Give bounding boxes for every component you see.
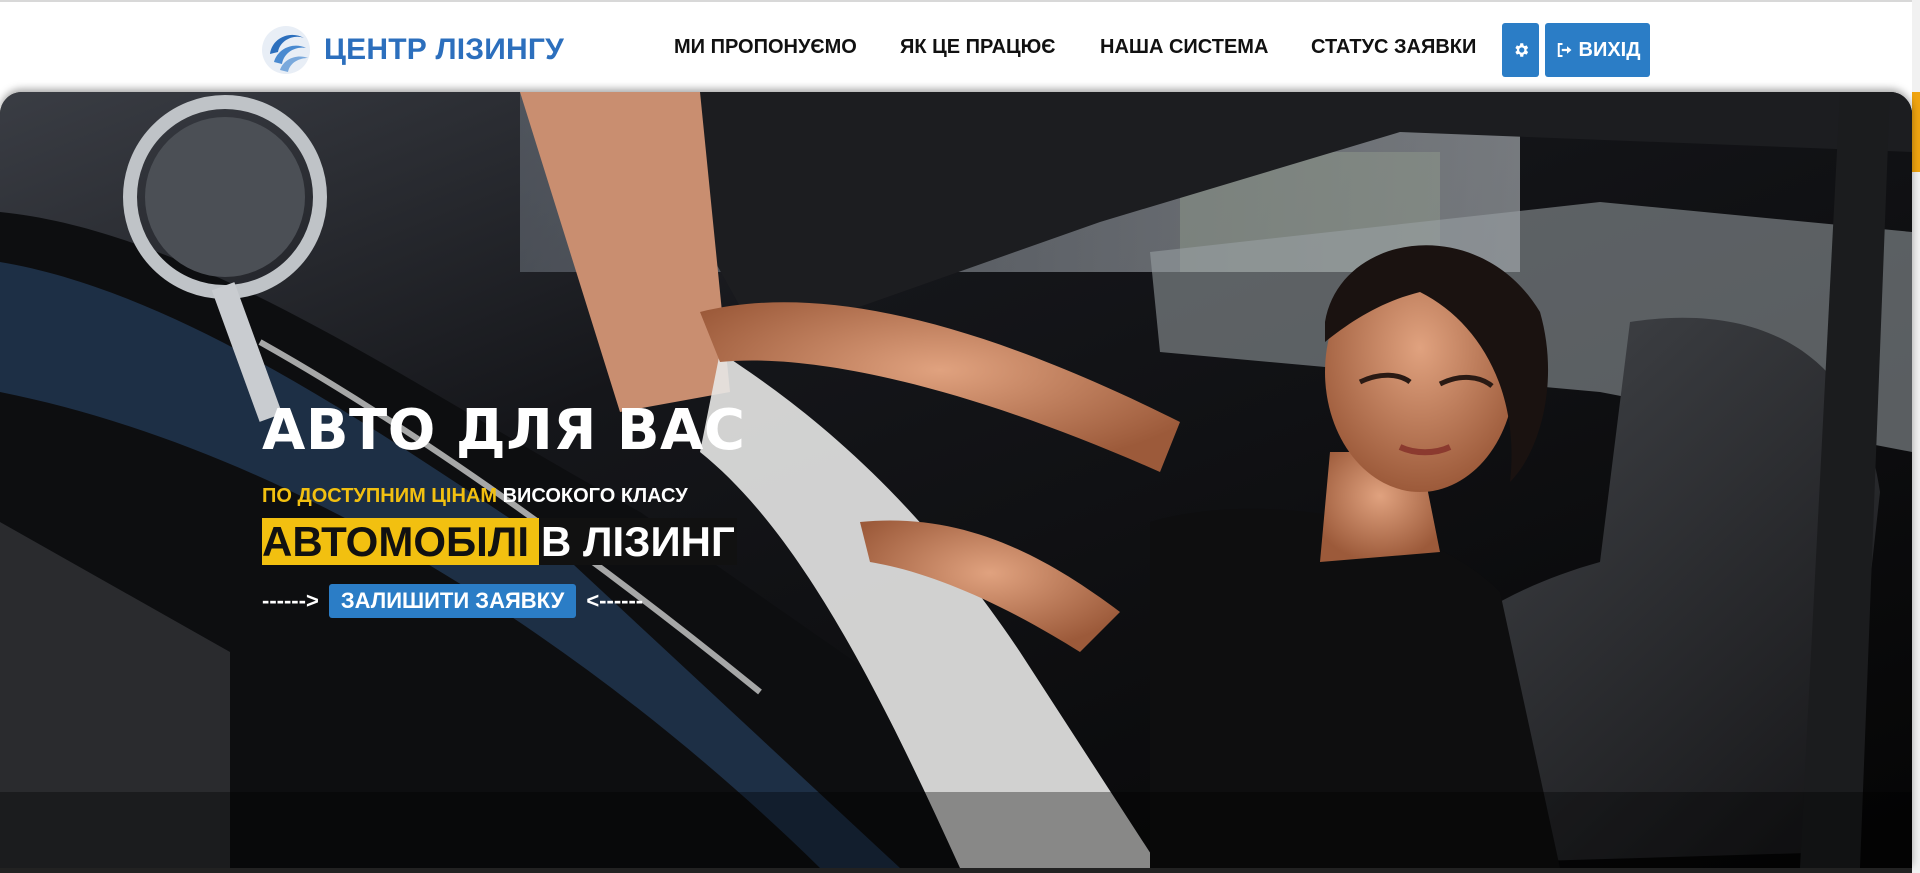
hero-subtitle: ПО ДОСТУПНИМ ЦІНАМ ВИСОКОГО КЛАСУ bbox=[262, 485, 745, 508]
exit-button[interactable]: ВИХІД bbox=[1545, 23, 1650, 77]
nav-item-how-it-works[interactable]: ЯК ЦЕ ПРАЦЮЄ bbox=[900, 36, 1056, 59]
scrollbar-thumb[interactable] bbox=[1912, 92, 1920, 172]
navbar: ЦЕНТР ЛІЗИНГУ МИ ПРОПОНУЄМО ЯК ЦЕ ПРАЦЮЄ… bbox=[0, 2, 1920, 92]
hero-headline-rest: В ЛІЗИНГ bbox=[539, 518, 737, 565]
swirl-logo-icon bbox=[262, 26, 310, 74]
sign-out-icon bbox=[1555, 41, 1573, 59]
brand-name: ЦЕНТР ЛІЗИНГУ bbox=[324, 33, 564, 66]
settings-button[interactable] bbox=[1502, 23, 1539, 77]
exit-label: ВИХІД bbox=[1578, 38, 1641, 61]
bottom-edge bbox=[0, 868, 1912, 873]
cta-row: ------> ЗАЛИШИТИ ЗАЯВКУ <------ bbox=[262, 584, 745, 618]
hero-subtitle-highlight: ПО ДОСТУПНИМ ЦІНАМ bbox=[262, 485, 498, 507]
hero-headline: АВТОМОБІЛІ В ЛІЗИНГ bbox=[262, 518, 737, 566]
brand-logo[interactable]: ЦЕНТР ЛІЗИНГУ bbox=[260, 20, 564, 80]
hero-text-block: АВТО ДЛЯ ВАС ПО ДОСТУПНИМ ЦІНАМ ВИСОКОГО… bbox=[262, 403, 745, 618]
hero-banner: АВТО ДЛЯ ВАС ПО ДОСТУПНИМ ЦІНАМ ВИСОКОГО… bbox=[0, 92, 1912, 868]
gear-icon bbox=[1514, 43, 1528, 57]
nav-item-our-system[interactable]: НАША СИСТЕМА bbox=[1100, 36, 1268, 59]
hero-headline-highlight: АВТОМОБІЛІ bbox=[262, 518, 539, 565]
hero-subtitle-rest: ВИСОКОГО КЛАСУ bbox=[502, 485, 688, 507]
hero-title: АВТО ДЛЯ ВАС bbox=[262, 398, 746, 463]
leave-request-button[interactable]: ЗАЛИШИТИ ЗАЯВКУ bbox=[328, 584, 577, 618]
nav-item-offers[interactable]: МИ ПРОПОНУЄМО bbox=[674, 36, 857, 59]
arrow-right: <------ bbox=[586, 588, 644, 613]
arrow-left: ------> bbox=[262, 588, 319, 613]
nav-item-application-status[interactable]: СТАТУС ЗАЯВКИ bbox=[1311, 36, 1476, 59]
